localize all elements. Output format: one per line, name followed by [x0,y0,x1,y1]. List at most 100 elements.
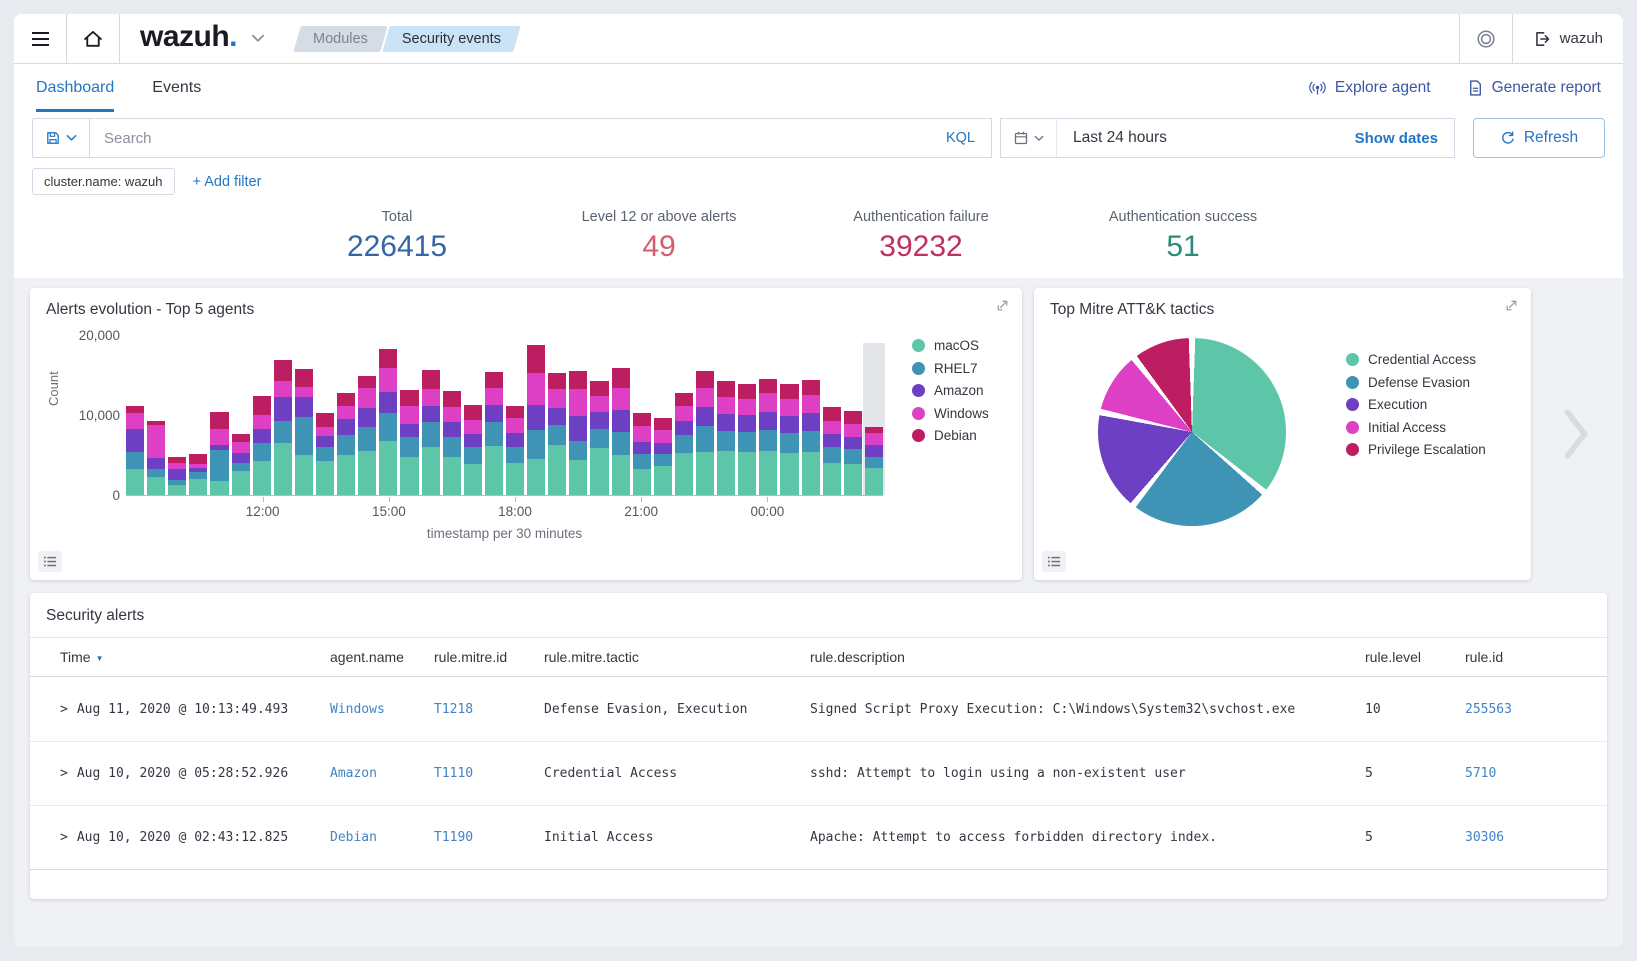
bar-column[interactable] [844,411,862,495]
legend-item-privilege-escalation[interactable]: Privilege Escalation [1346,442,1486,457]
search-input[interactable]: Search KQL [89,118,992,158]
expand-row-icon[interactable]: > [60,702,68,717]
bar-column[interactable] [612,368,630,495]
time-range-value[interactable]: Last 24 hours [1057,129,1167,147]
mitre-id-link[interactable]: T1110 [426,766,536,781]
column-header-rule-description[interactable]: rule.description [802,638,1357,676]
bar-column[interactable] [316,413,334,495]
bar-column[interactable] [780,384,798,495]
bar-column[interactable] [168,457,186,495]
expand-panel-icon[interactable] [995,298,1010,313]
generate-report-button[interactable]: Generate report [1467,79,1601,97]
rule-id-link[interactable]: 255563 [1457,702,1607,717]
kql-toggle[interactable]: KQL [930,130,991,146]
mitre-id-link[interactable]: T1190 [426,830,536,845]
bar-column[interactable] [590,381,608,495]
bar-column[interactable] [210,412,228,495]
bar-column[interactable] [253,396,271,495]
bar-segment-macOS [569,460,587,495]
tab-events[interactable]: Events [152,64,201,112]
expand-panel-icon[interactable] [1504,298,1519,313]
bar-segment-RHEL7 [865,457,883,468]
bar-column[interactable] [802,380,820,495]
bar-column[interactable] [189,454,207,495]
column-header-rule-id[interactable]: rule.id [1457,638,1607,676]
show-dates-button[interactable]: Show dates [1355,130,1454,147]
column-header-time[interactable]: Time▼ [30,638,322,676]
rule-id-link[interactable]: 30306 [1457,830,1607,845]
legend-item-macOS[interactable]: macOS [912,338,989,353]
bar-column[interactable] [823,407,841,495]
legend-item-Debian[interactable]: Debian [912,428,989,443]
mitre-id-link[interactable]: T1218 [426,702,536,717]
panel-title: Top Mitre ATT&K tactics [1034,288,1531,319]
bar-column[interactable] [527,345,545,495]
calendar-button[interactable] [1001,119,1057,157]
expand-row-icon[interactable]: > [60,830,68,845]
bar-column[interactable] [633,413,651,495]
bar-column[interactable] [506,406,524,495]
bar-column[interactable] [738,384,756,495]
legend-item-initial-access[interactable]: Initial Access [1346,420,1486,435]
bar-column[interactable] [295,369,313,495]
user-menu[interactable]: wazuh [1513,14,1623,63]
app-switcher-button[interactable] [241,14,275,63]
bar-segment-Windows [569,389,587,415]
bar-column[interactable] [379,349,397,495]
column-header-agent-name[interactable]: agent.name [322,638,426,676]
bar-column[interactable] [485,372,503,495]
bar-column[interactable] [274,360,292,495]
bar-column[interactable] [654,418,672,495]
bar-column[interactable] [422,370,440,495]
bar-column[interactable] [865,427,883,495]
filter-pill-cluster-name[interactable]: cluster.name: wazuh [32,168,175,195]
wazuh-logo[interactable]: wazuh.wazuh. [140,14,237,59]
bar-column[interactable] [717,381,735,495]
bar-segment-Windows [802,395,820,413]
column-header-rule-mitre-tactic[interactable]: rule.mitre.tactic [536,638,802,676]
pie-chart[interactable] [1098,338,1286,526]
bar-segment-Debian [358,376,376,388]
bar-column[interactable] [337,393,355,495]
next-page-chevron[interactable] [1559,403,1593,465]
rule-id-link[interactable]: 5710 [1457,766,1607,781]
refresh-button[interactable]: Refresh [1473,118,1605,158]
panel-menu-button[interactable] [38,551,62,572]
legend-item-credential-access[interactable]: Credential Access [1346,352,1486,367]
bar-column[interactable] [443,391,461,495]
home-button[interactable] [67,14,119,63]
bar-column[interactable] [126,406,144,495]
column-header-rule-mitre-id[interactable]: rule.mitre.id [426,638,536,676]
menu-button[interactable] [14,14,66,63]
legend-item-execution[interactable]: Execution [1346,397,1486,412]
bar-segment-Debian [696,371,714,388]
legend-item-defense-evasion[interactable]: Defense Evasion [1346,375,1486,390]
add-filter-button[interactable]: + Add filter [193,174,262,190]
legend-item-Amazon[interactable]: Amazon [912,383,989,398]
legend-item-Windows[interactable]: Windows [912,406,989,421]
bar-column[interactable] [675,393,693,495]
legend-item-RHEL7[interactable]: RHEL7 [912,361,989,376]
agent-name-link[interactable]: Windows [322,702,426,717]
tab-dashboard[interactable]: Dashboard [36,64,114,112]
bar-column[interactable] [358,376,376,495]
bar-column[interactable] [400,390,418,495]
explore-agent-button[interactable]: Explore agent [1308,79,1431,97]
bar-segment-Debian [506,406,524,418]
bar-column[interactable] [464,405,482,495]
bar-column[interactable] [232,434,250,495]
bar-segment-Amazon [654,443,672,454]
bar-column[interactable] [548,373,566,495]
column-header-rule-level[interactable]: rule.level [1357,638,1457,676]
bar-column[interactable] [147,421,165,495]
panel-menu-button[interactable] [1042,551,1066,572]
health-check-button[interactable] [1460,14,1512,63]
expand-row-icon[interactable]: > [60,766,68,781]
agent-name-link[interactable]: Amazon [322,766,426,781]
bar-column[interactable] [759,379,777,495]
saved-query-button[interactable] [32,118,90,158]
breadcrumb-modules[interactable]: Modules [297,26,384,52]
bar-column[interactable] [696,371,714,495]
agent-name-link[interactable]: Debian [322,830,426,845]
bar-column[interactable] [569,371,587,495]
